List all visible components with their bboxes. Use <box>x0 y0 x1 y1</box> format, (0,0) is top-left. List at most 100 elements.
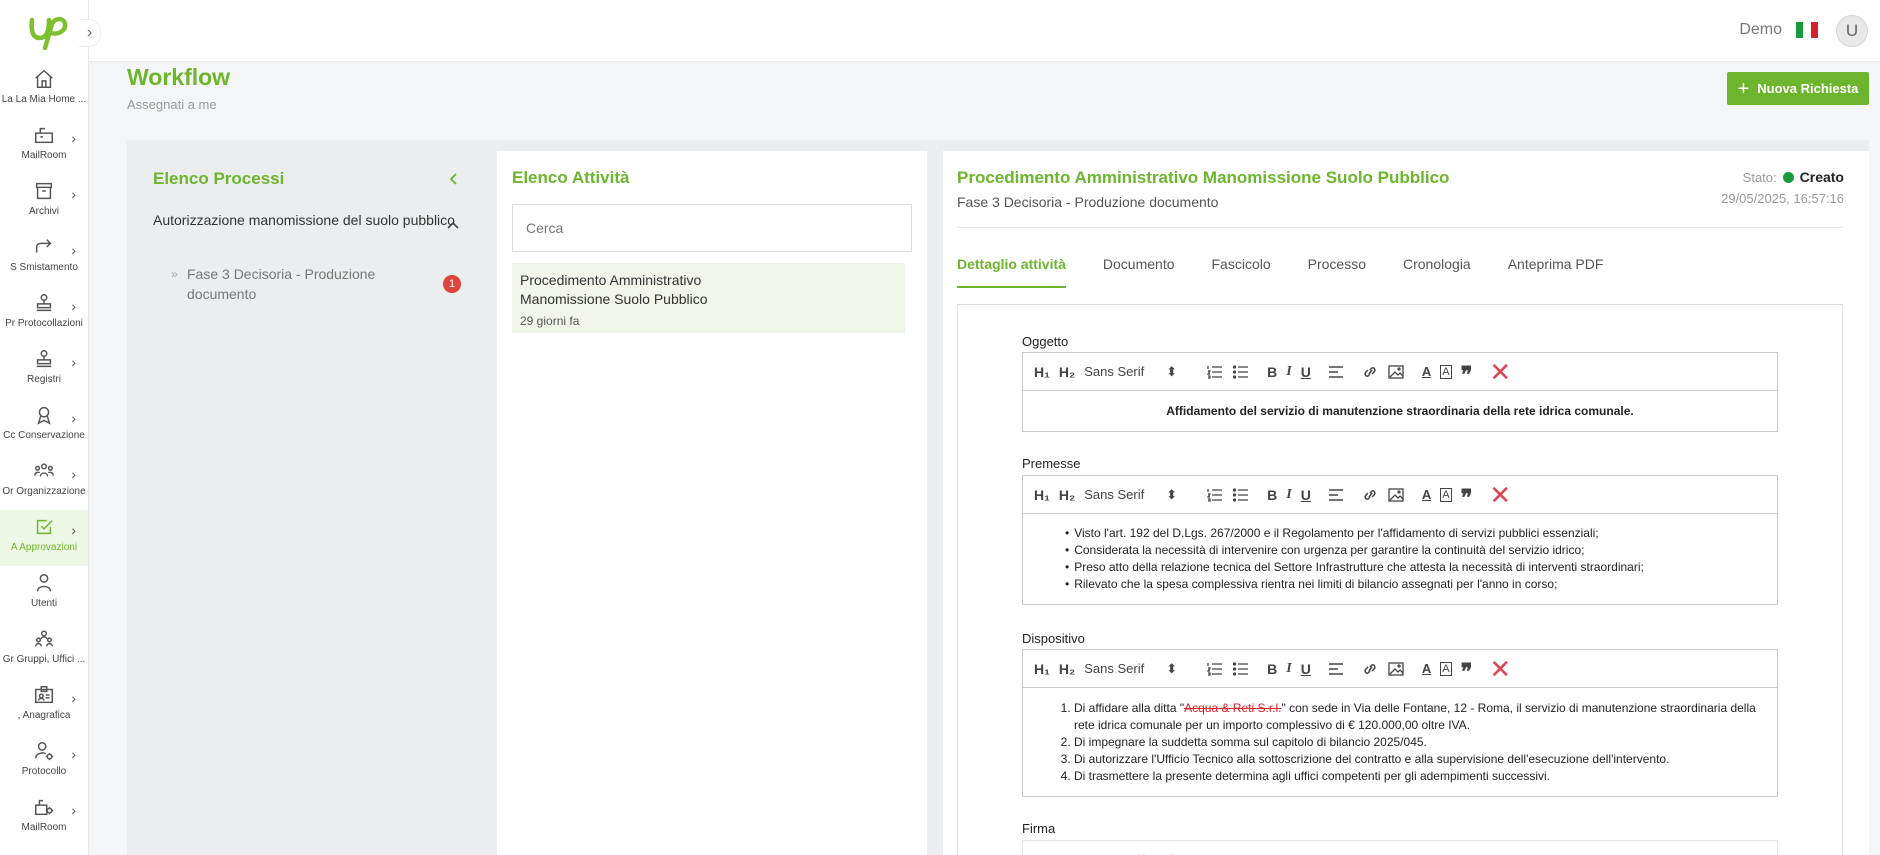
ordered-list-icon[interactable] <box>1207 365 1223 379</box>
search-input[interactable] <box>512 204 912 252</box>
sidebar-item-anagrafica[interactable]: , Anagrafica › <box>0 678 88 734</box>
premesse-editor[interactable]: Visto l'art. 192 del D.Lgs. 267/2000 e i… <box>1022 514 1778 605</box>
sidebar-item-gruppi[interactable]: Gr Gruppi, Uffici ... <box>0 622 88 678</box>
text-color-icon[interactable]: A <box>1422 661 1431 676</box>
sidebar-item-home[interactable]: La La Mia Home ... <box>0 62 88 118</box>
bullet-list-icon[interactable] <box>1233 364 1249 379</box>
image-icon[interactable] <box>1388 364 1404 379</box>
h1-button[interactable]: H₁ <box>1034 661 1050 677</box>
font-select[interactable]: Sans Serif⬍ <box>1084 661 1177 677</box>
bullet-list-icon[interactable] <box>1233 661 1249 676</box>
oggetto-editor[interactable]: Affidamento del servizio di manutenzione… <box>1022 391 1778 432</box>
font-select[interactable]: Sans Serif⬍ <box>1084 852 1177 855</box>
background-color-icon[interactable]: A <box>1440 661 1452 676</box>
page-subtitle: Assegnati a me <box>127 97 217 112</box>
underline-button[interactable]: U <box>1301 661 1311 677</box>
tab-fascicolo[interactable]: Fascicolo <box>1212 256 1271 288</box>
detail-subtitle: Fase 3 Decisoria - Produzione documento <box>957 194 1219 210</box>
status-dot-icon <box>1782 171 1794 183</box>
bold-button[interactable]: B <box>1267 364 1277 380</box>
underline-button[interactable]: U <box>1301 364 1311 380</box>
clear-format-icon[interactable]: ✕ <box>1489 656 1511 682</box>
new-request-button[interactable]: + Nuova Richiesta <box>1727 72 1869 105</box>
sidebar-item-label: Protocollo <box>21 766 67 777</box>
activity-title: Procedimento Amministrativo Manomissione… <box>520 272 708 307</box>
sidebar-item-label: MailRoom <box>21 150 67 161</box>
ordered-list-icon[interactable] <box>1207 488 1223 502</box>
h1-button[interactable]: H₁ <box>1034 487 1050 503</box>
sidebar-item-mailroom-settings[interactable]: MailRoom › <box>0 790 88 846</box>
italian-flag-icon[interactable] <box>1796 22 1818 38</box>
bullet-list-icon[interactable] <box>1233 487 1249 502</box>
quote-button[interactable]: ❞ <box>1461 362 1473 388</box>
h2-button[interactable]: H₂ <box>1059 487 1075 503</box>
tab-cronologia[interactable]: Cronologia <box>1403 256 1471 288</box>
sidebar-item-smistamento[interactable]: S Smistamento › <box>0 230 88 286</box>
italic-button[interactable]: I <box>1286 487 1291 503</box>
sidebar-item-label: Or Organizzazione <box>2 486 86 497</box>
link-icon[interactable] <box>1362 662 1378 676</box>
align-left-icon[interactable] <box>1328 662 1344 676</box>
italic-button[interactable]: I <box>1286 364 1291 380</box>
chevron-left-icon[interactable] <box>448 172 460 186</box>
italic-button[interactable]: I <box>1286 661 1291 677</box>
align-left-icon[interactable] <box>1328 365 1344 379</box>
text-color-icon[interactable]: A <box>1422 364 1431 379</box>
updown-icon: ⬍ <box>1166 486 1178 502</box>
link-icon[interactable] <box>1362 365 1378 379</box>
sidebar-collapse-button[interactable]: › <box>79 19 101 47</box>
ordered-list-icon[interactable] <box>1207 662 1223 676</box>
align-left-icon[interactable] <box>1328 488 1344 502</box>
people-icon <box>34 463 54 477</box>
sidebar-item-label: Registri <box>27 374 61 385</box>
clear-format-icon[interactable]: ✕ <box>1489 359 1511 385</box>
sidebar-item-utenti[interactable]: Utenti <box>0 566 88 622</box>
tab-processo[interactable]: Processo <box>1308 256 1366 288</box>
background-color-icon[interactable]: A <box>1440 487 1452 502</box>
editor-toolbar: H₁ H₂ Sans Serif ⬍ B I U A A ❞ ✕ <box>1022 649 1778 688</box>
sidebar-item-mailroom[interactable]: MailRoom › <box>0 118 88 174</box>
text-color-icon[interactable]: A <box>1422 487 1431 502</box>
bold-button[interactable]: B <box>1267 487 1277 503</box>
link-icon[interactable] <box>1362 488 1378 502</box>
font-select[interactable]: Sans Serif⬍ <box>1084 487 1177 503</box>
tab-documento[interactable]: Documento <box>1103 256 1175 288</box>
stamp-icon <box>36 294 52 312</box>
chevron-up-icon[interactable] <box>446 218 460 232</box>
avatar[interactable]: U <box>1836 15 1868 47</box>
sidebar-item-protocollazioni[interactable]: Pr Protocollazioni › <box>0 286 88 342</box>
h2-button[interactable]: H₂ <box>1059 661 1075 677</box>
bold-button[interactable]: B <box>1267 661 1277 677</box>
activity-time: 29 giorni fa <box>520 314 580 328</box>
process-group[interactable]: Autorizzazione manomissione del suolo pu… <box>153 210 463 230</box>
dispositivo-editor[interactable]: Di affidare alla ditta "Acqua & Reti S.r… <box>1022 688 1778 797</box>
quote-button[interactable]: ❞ <box>1461 659 1473 685</box>
sidebar-item-registri[interactable]: Registri › <box>0 342 88 398</box>
h2-button[interactable]: H₂ <box>1059 364 1075 380</box>
home-icon <box>35 69 53 88</box>
activity-card[interactable]: Procedimento Amministrativo Manomissione… <box>512 263 905 333</box>
process-item[interactable]: » Fase 3 Decisoria - Produzione document… <box>171 264 411 304</box>
h1-button[interactable]: H₁ <box>1034 364 1050 380</box>
underline-button[interactable]: U <box>1301 487 1311 503</box>
clear-format-icon[interactable]: ✕ <box>1489 482 1511 508</box>
tab-dettaglio[interactable]: Dettaglio attività <box>957 256 1066 288</box>
image-icon[interactable] <box>1388 487 1404 502</box>
user-label[interactable]: Demo <box>1739 21 1782 39</box>
quote-button[interactable]: ❞ <box>1461 485 1473 511</box>
sidebar-item-approvazioni[interactable]: A Approvazioni › <box>0 510 88 566</box>
tab-anteprima-pdf[interactable]: Anteprima PDF <box>1508 256 1604 288</box>
sidebar-item-conservazione[interactable]: Cc Conservazione › <box>0 398 88 454</box>
font-select[interactable]: Sans Serif⬍ <box>1084 364 1177 380</box>
background-color-icon[interactable]: A <box>1440 364 1452 379</box>
sidebar-item-protocollo[interactable]: Protocollo › <box>0 734 88 790</box>
h1-button[interactable]: H₁ <box>1034 852 1050 855</box>
image-icon[interactable] <box>1388 661 1404 676</box>
sidebar-item-organizzazione[interactable]: Or Organizzazione › <box>0 454 88 510</box>
sidebar-item-label: Cc Conservazione <box>3 430 85 441</box>
chevron-right-icon: › <box>71 186 76 202</box>
oggetto-label: Oggetto <box>1022 334 1069 349</box>
h2-button[interactable]: H₂ <box>1059 852 1075 855</box>
sidebar-item-archivi[interactable]: Archivi › <box>0 174 88 230</box>
app-logo[interactable] <box>26 14 70 50</box>
